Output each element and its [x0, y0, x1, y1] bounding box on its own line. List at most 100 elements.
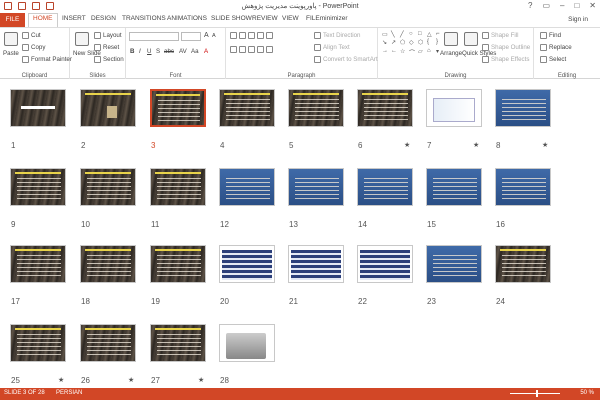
tab-fileminimizer[interactable]: FILEminimizer: [306, 15, 348, 22]
ribbon-display-icon[interactable]: ▭: [542, 1, 550, 10]
sign-in-link[interactable]: Sign in: [568, 16, 588, 23]
slide-thumbnail-25[interactable]: [10, 324, 66, 362]
slide-thumbnail-7[interactable]: [426, 89, 482, 127]
search-icon: [540, 32, 547, 39]
shape-fill-button[interactable]: Shape Fill: [482, 32, 519, 39]
tab-file[interactable]: FILE: [0, 13, 25, 27]
slide-thumbnail-1[interactable]: [10, 89, 66, 127]
tab-slide-show[interactable]: SLIDE SHOW: [211, 15, 252, 22]
replace-button[interactable]: Replace: [540, 44, 572, 51]
select-button[interactable]: Select: [540, 56, 566, 63]
shape-effects-button[interactable]: Shape Effects: [482, 56, 529, 63]
font-name-box[interactable]: [129, 32, 179, 41]
slide-thumbnail-19[interactable]: [150, 245, 206, 283]
text-direction-button[interactable]: Text Direction: [314, 32, 360, 39]
slide-thumbnail-6[interactable]: [357, 89, 413, 127]
slide-number-25: 25: [11, 376, 20, 385]
slide-thumbnail-28[interactable]: [219, 324, 275, 362]
tab-transitions[interactable]: TRANSITIONS: [122, 15, 166, 22]
zoom-level[interactable]: 50 %: [580, 390, 594, 396]
tab-animations[interactable]: ANIMATIONS: [167, 15, 207, 22]
format-painter-button[interactable]: Format Painter: [22, 56, 72, 63]
cut-button[interactable]: Cut: [22, 32, 41, 39]
arrange-button[interactable]: Arrange: [440, 50, 462, 57]
slide-thumbnail-17[interactable]: [10, 245, 66, 283]
find-button[interactable]: Find: [540, 32, 561, 39]
animation-star-icon[interactable]: ★: [542, 141, 548, 149]
shapes-gallery[interactable]: ▭ ╲ ╱ ○ □ △ ⌐ ↘ ↗ ⬠ ◇ ⬡{} → ← ☆ ⌒ ▱ ⌂ ▾: [382, 31, 440, 57]
bullets-icon[interactable]: [230, 32, 273, 39]
grow-font-button[interactable]: A: [204, 32, 209, 39]
slide-thumbnail-27[interactable]: [150, 324, 206, 362]
tab-design[interactable]: DESIGN: [91, 15, 116, 22]
status-bar: SLIDE 3 OF 28 PERSIAN 50 %: [0, 388, 600, 400]
tab-review[interactable]: REVIEW: [252, 15, 278, 22]
animation-star-icon[interactable]: ★: [58, 376, 64, 384]
maximize-button[interactable]: □: [574, 1, 579, 10]
slide-thumbnail-22[interactable]: [357, 245, 413, 283]
italic-button[interactable]: I: [139, 48, 141, 55]
slide-thumbnail-18[interactable]: [80, 245, 136, 283]
tab-insert[interactable]: INSERT: [62, 15, 86, 22]
text-shadow-button[interactable]: S: [156, 48, 160, 55]
slide-thumbnail-5[interactable]: [288, 89, 344, 127]
slide-thumbnail-3[interactable]: [150, 89, 206, 127]
section-button[interactable]: Section: [94, 56, 124, 63]
arrange-icon[interactable]: [444, 32, 458, 46]
convert-smartart-button[interactable]: Convert to SmartArt: [314, 56, 378, 63]
slide-number-9: 9: [11, 220, 16, 229]
font-size-box[interactable]: [181, 32, 201, 41]
slide-number-6: 6: [358, 141, 363, 150]
animation-star-icon[interactable]: ★: [198, 376, 204, 384]
slide-thumbnail-8[interactable]: [495, 89, 551, 127]
slide-thumbnail-14[interactable]: [357, 168, 413, 206]
slides-group: New Slide Layout Reset Section Slides: [70, 28, 126, 80]
slide-number-21: 21: [289, 297, 298, 306]
strikethrough-button[interactable]: abc: [164, 48, 174, 55]
shrink-font-button[interactable]: A: [212, 33, 216, 39]
slide-thumbnail-24[interactable]: [495, 245, 551, 283]
slide-thumbnail-9[interactable]: [10, 168, 66, 206]
new-slide-icon[interactable]: [75, 32, 89, 46]
slide-thumbnail-11[interactable]: [150, 168, 206, 206]
slide-thumbnail-21[interactable]: [288, 245, 344, 283]
animation-star-icon[interactable]: ★: [404, 141, 410, 149]
slide-thumbnail-16[interactable]: [495, 168, 551, 206]
slide-thumbnail-10[interactable]: [80, 168, 136, 206]
slide-thumbnail-13[interactable]: [288, 168, 344, 206]
quick-styles-icon[interactable]: [464, 32, 478, 46]
slide-thumbnail-15[interactable]: [426, 168, 482, 206]
slide-thumbnail-2[interactable]: [80, 89, 136, 127]
paste-button[interactable]: Paste: [3, 50, 19, 57]
close-button[interactable]: ✕: [589, 1, 596, 10]
language-indicator[interactable]: PERSIAN: [56, 390, 82, 396]
align-text-button[interactable]: Align Text: [314, 44, 350, 51]
animation-star-icon[interactable]: ★: [128, 376, 134, 384]
minimize-button[interactable]: –: [560, 1, 564, 10]
reset-button[interactable]: Reset: [94, 44, 119, 51]
change-case-button[interactable]: Aa: [191, 48, 199, 55]
shape-outline-button[interactable]: Shape Outline: [482, 44, 530, 51]
slide-thumbnail-23[interactable]: [426, 245, 482, 283]
help-icon[interactable]: ?: [528, 1, 532, 10]
paint-bucket-icon: [482, 32, 489, 39]
slide-number-4: 4: [220, 141, 225, 150]
paste-icon[interactable]: [4, 32, 18, 46]
slide-thumbnail-4[interactable]: [219, 89, 275, 127]
zoom-slider[interactable]: [510, 393, 560, 394]
tab-home[interactable]: HOME: [28, 13, 58, 27]
alignment-icons[interactable]: [230, 46, 273, 53]
tab-view[interactable]: VIEW: [282, 15, 299, 22]
slide-thumbnail-26[interactable]: [80, 324, 136, 362]
bold-button[interactable]: B: [130, 48, 134, 55]
char-spacing-button[interactable]: AV: [179, 48, 187, 55]
font-color-button[interactable]: A: [204, 48, 208, 55]
copy-button[interactable]: Copy: [22, 44, 45, 51]
zoom-slider-thumb[interactable]: [536, 390, 538, 397]
replace-icon: [540, 44, 547, 51]
slide-thumbnail-20[interactable]: [219, 245, 275, 283]
animation-star-icon[interactable]: ★: [473, 141, 479, 149]
slide-thumbnail-12[interactable]: [219, 168, 275, 206]
layout-button[interactable]: Layout: [94, 32, 122, 39]
underline-button[interactable]: U: [147, 48, 151, 55]
